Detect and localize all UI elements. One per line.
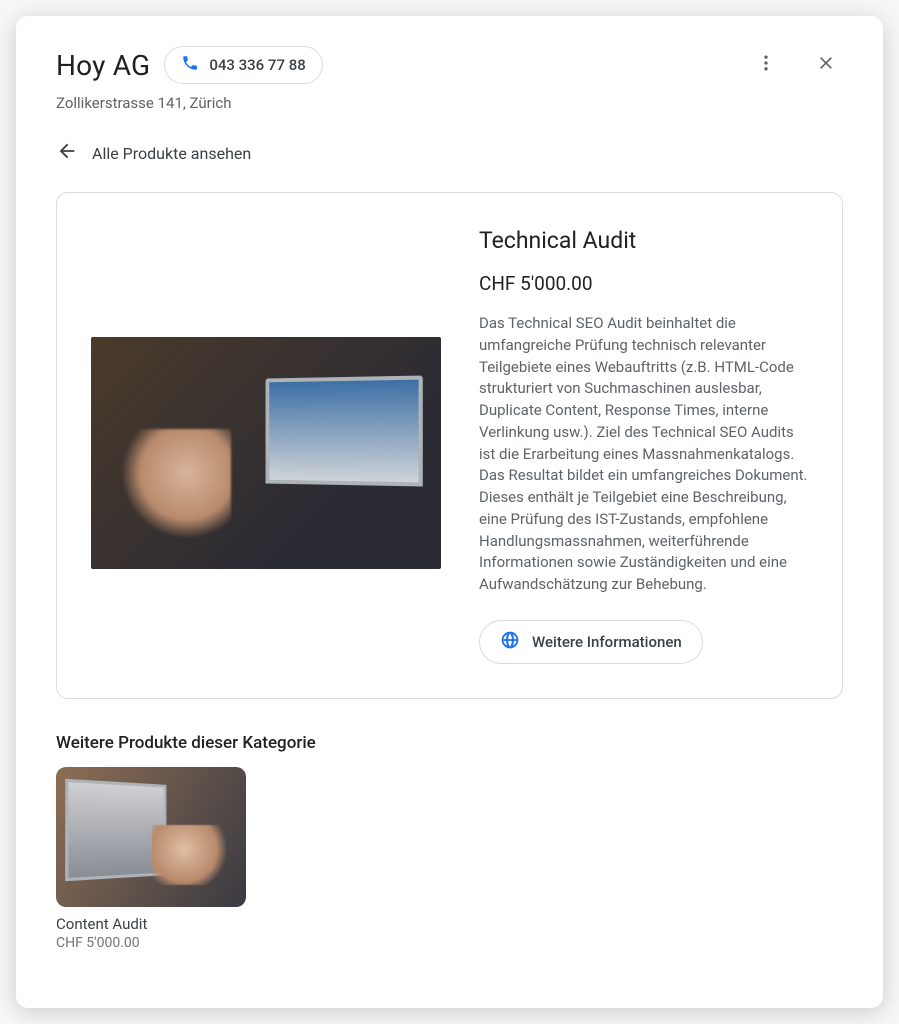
more-info-label: Weitere Informationen [532,633,682,651]
product-description: Das Technical SEO Audit beinhaltet die u… [479,313,808,596]
related-item-price: CHF 5'000.00 [56,935,246,951]
product-image [91,337,441,569]
more-info-button[interactable]: Weitere Informationen [479,620,703,664]
modal-header: Hoy AG 043 336 77 88 [56,46,843,84]
back-to-products-link[interactable]: Alle Produkte ansehen [56,140,251,166]
globe-icon [500,630,520,654]
close-icon [816,53,836,77]
more-options-button[interactable] [749,48,783,82]
close-button[interactable] [809,48,843,82]
phone-icon [181,54,199,76]
related-item-title: Content Audit [56,915,246,933]
more-vert-icon [756,53,776,77]
header-actions [749,48,843,82]
modal-scroll[interactable]: Hoy AG 043 336 77 88 [16,16,883,1008]
related-section: Weitere Produkte dieser Kategorie Conten… [56,733,843,951]
phone-button[interactable]: 043 336 77 88 [164,46,322,84]
related-item[interactable]: Content Audit CHF 5'000.00 [56,767,246,951]
business-name: Hoy AG [56,49,150,82]
product-title: Technical Audit [479,227,808,254]
back-label: Alle Produkte ansehen [92,144,251,163]
related-list: Content Audit CHF 5'000.00 [56,767,843,951]
product-modal: Hoy AG 043 336 77 88 [16,16,883,1008]
related-heading: Weitere Produkte dieser Kategorie [56,733,843,753]
arrow-left-icon [56,140,78,166]
product-card: Technical Audit CHF 5'000.00 Das Technic… [56,192,843,699]
related-item-image [56,767,246,907]
product-price: CHF 5'000.00 [479,272,808,295]
phone-number: 043 336 77 88 [209,56,305,74]
business-address: Zollikerstrasse 141, Zürich [56,94,843,112]
product-details: Technical Audit CHF 5'000.00 Das Technic… [479,227,808,664]
